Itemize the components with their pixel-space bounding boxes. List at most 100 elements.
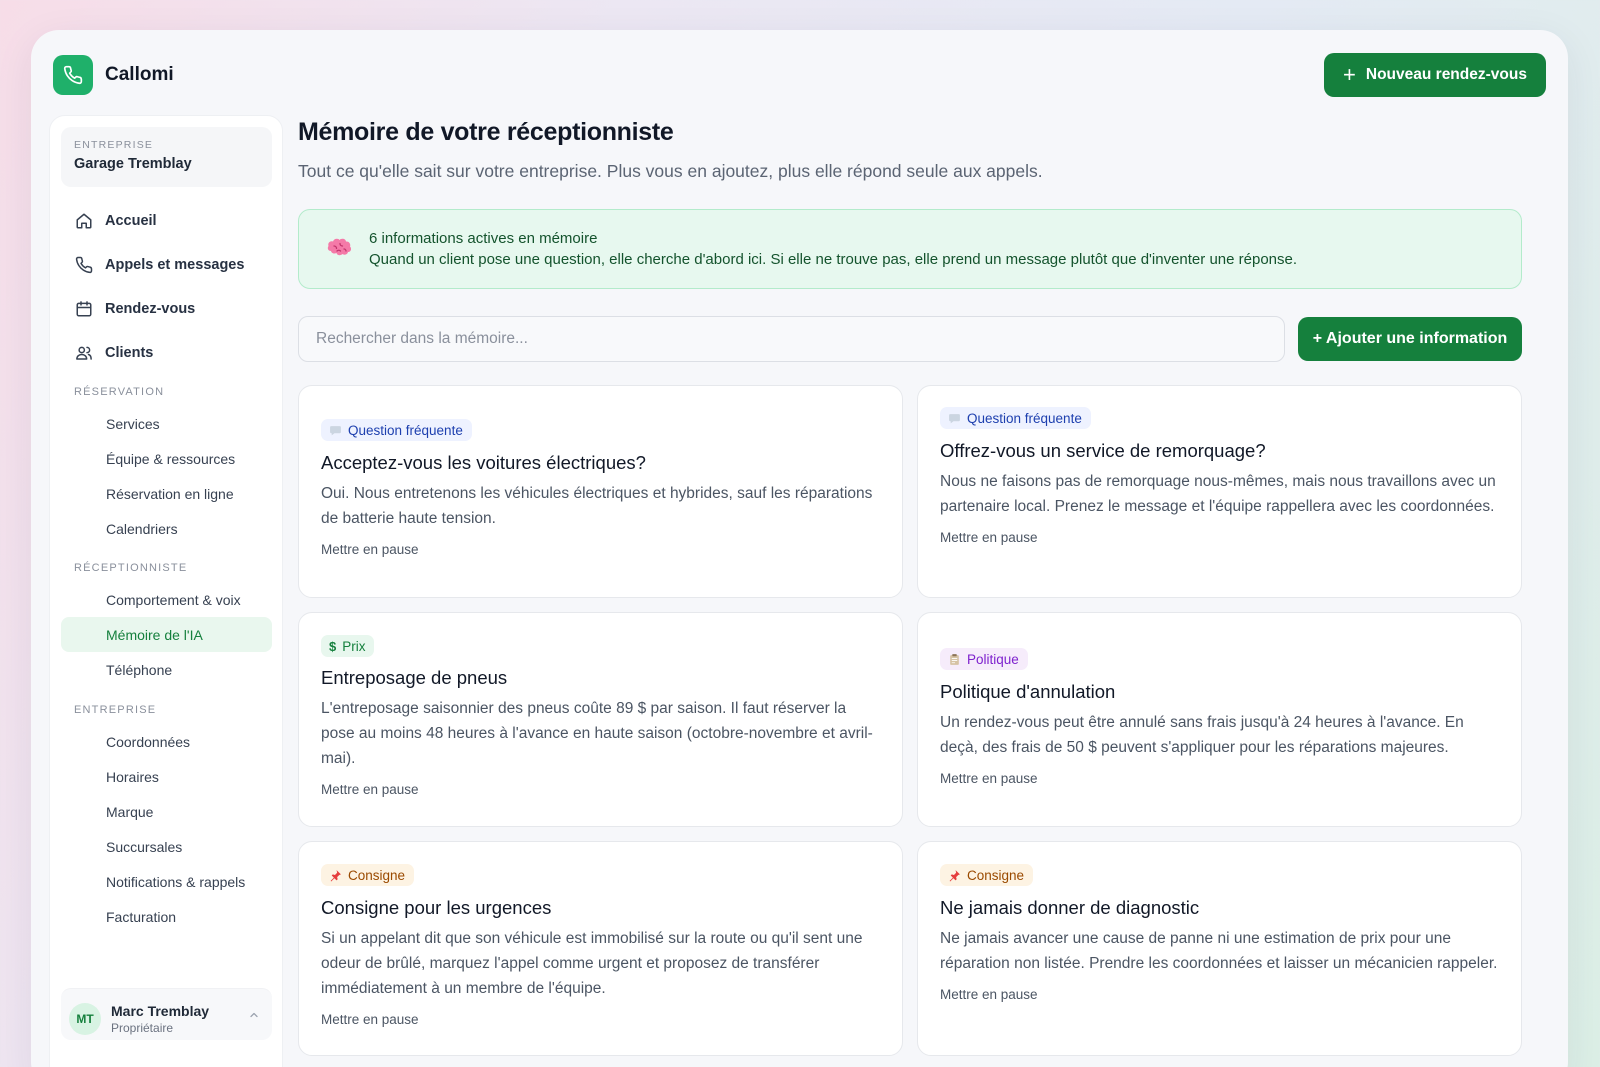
company-label: ENTREPRISE [74, 139, 154, 151]
category-tag-label: Question fréquente [967, 410, 1082, 426]
sidebar-item-marque[interactable]: Marque [61, 794, 272, 829]
card-title: Consigne pour les urgences [321, 896, 552, 918]
card-title: Politique d'annulation [940, 680, 1116, 702]
phone-icon [75, 256, 93, 274]
users-icon [76, 346, 92, 360]
app-window: Callomi + Nouveau rendez-vous ENTREPRISE… [31, 30, 1568, 1067]
category-tag-label: Politique [967, 651, 1019, 667]
pin-icon [330, 869, 341, 881]
section-title-entreprise: ENTREPRISE [74, 704, 157, 716]
category-tag: Consigne [321, 864, 415, 886]
main-content: Mémoire de votre réceptionniste Tout ce … [298, 115, 1522, 1056]
category-tag: Consigne [940, 864, 1034, 886]
new-appointment-label: Nouveau rendez-vous [1365, 66, 1527, 83]
sidebar-item-label: Clients [105, 345, 154, 361]
search-row: + Ajouter une information [298, 316, 1522, 362]
new-appointment-button[interactable]: + Nouveau rendez-vous [1324, 53, 1546, 97]
category-tag: Question fréquente [940, 407, 1091, 429]
card-body: Nous ne faisons pas de remorquage nous-m… [940, 472, 1496, 515]
sidebar-item-label: Rendez-vous [105, 301, 196, 317]
pause-link[interactable]: Mettre en pause [321, 542, 880, 557]
sidebar-item-services[interactable]: Services [61, 406, 272, 441]
sidebar-item-reservation-en-ligne[interactable]: Réservation en ligne [61, 476, 272, 511]
memory-info-banner: 6 informations actives en mémoire Quand … [298, 209, 1522, 289]
pause-link[interactable]: Mettre en pause [940, 530, 1499, 545]
pause-link[interactable]: Mettre en pause [321, 1012, 880, 1027]
sidebar-item-facturation[interactable]: Facturation [61, 899, 272, 934]
home-icon [76, 213, 92, 229]
sidebar-item-memoire[interactable]: Mémoire de l'IA [61, 617, 272, 652]
memory-card: Consigne Consigne pour les urgences Si u… [298, 841, 903, 1056]
sidebar-item-label: Accueil [105, 213, 157, 229]
card-body: Ne jamais avancer une cause de panne ni … [940, 929, 1498, 972]
card-body: L'entreposage saisonnier des pneus coûte… [321, 700, 873, 767]
sidebar-item-accueil[interactable]: Accueil [61, 199, 272, 243]
section-title-receptionniste: RÉCEPTIONNISTE [74, 562, 188, 574]
phone-icon [53, 55, 93, 95]
company-name: Garage Tremblay [74, 156, 192, 172]
card-title: Offrez-vous un service de remorquage? [940, 439, 1266, 461]
sidebar-item-horaires[interactable]: Horaires [61, 759, 272, 794]
brain-icon [327, 238, 352, 256]
sidebar-item-comportement[interactable]: Comportement & voix [61, 582, 272, 617]
sidebar-item-coordonnees[interactable]: Coordonnées [61, 724, 272, 759]
entreprise-list: Coordonnées Horaires Marque Succursales … [61, 724, 272, 934]
sidebar: ENTREPRISE Garage Tremblay Accueil Appel… [49, 115, 283, 1067]
speech-bubble-icon [330, 425, 341, 435]
category-tag: Politique [940, 648, 1028, 670]
receptionniste-list: Comportement & voix Mémoire de l'IA Télé… [61, 582, 272, 687]
user-name: Marc Tremblay [111, 1002, 210, 1019]
card-body: Oui. Nous entretenons les véhicules élec… [321, 484, 873, 527]
sidebar-item-notifications[interactable]: Notifications & rappels [61, 864, 272, 899]
page-subtitle: Tout ce qu'elle sait sur votre entrepris… [298, 161, 1043, 181]
memory-card: Politique Politique d'annulation Un rend… [917, 612, 1522, 827]
page-title: Mémoire de votre réceptionniste [298, 118, 674, 146]
company-switcher[interactable]: ENTREPRISE Garage Tremblay [61, 127, 272, 187]
memory-card: Question fréquente Acceptez-vous les voi… [298, 385, 903, 598]
card-body: Si un appelant dit que son véhicule est … [321, 929, 863, 997]
sidebar-item-succursales[interactable]: Succursales [61, 829, 272, 864]
add-information-button[interactable]: + Ajouter une information [1298, 317, 1522, 361]
banner-text: Quand un client pose une question, elle … [369, 251, 1298, 268]
sidebar-item-equipe[interactable]: Équipe & ressources [61, 441, 272, 476]
section-title-reservation: RÉSERVATION [74, 386, 165, 398]
user-role: Propriétaire [111, 1020, 174, 1035]
reservation-list: Services Équipe & ressources Réservation… [61, 406, 272, 546]
category-tag-label: Question fréquente [348, 422, 463, 438]
memory-card: Consigne Ne jamais donner de diagnostic … [917, 841, 1522, 1056]
card-body: Un rendez-vous peut être annulé sans fra… [940, 713, 1464, 756]
category-tag-label: Prix [342, 638, 366, 654]
chevron-up-icon [250, 1012, 258, 1018]
category-tag-label: Consigne [967, 867, 1025, 883]
memory-cards-grid: Question fréquente Acceptez-vous les voi… [298, 385, 1522, 1056]
card-title: Acceptez-vous les voitures électriques? [321, 451, 646, 473]
sidebar-item-appels[interactable]: Appels et messages [61, 243, 272, 287]
memory-search-input[interactable] [298, 316, 1285, 362]
card-title: Ne jamais donner de diagnostic [940, 896, 1200, 918]
pause-link[interactable]: Mettre en pause [940, 987, 1499, 1002]
main-nav: Accueil Appels et messages Rendez-vous C… [61, 199, 272, 375]
category-tag: $ Prix [321, 635, 375, 657]
banner-title: 6 informations actives en mémoire [369, 230, 598, 247]
brand[interactable]: Callomi [53, 55, 174, 95]
speech-bubble-icon [949, 413, 960, 423]
clipboard-icon [950, 653, 959, 665]
sidebar-item-calendriers[interactable]: Calendriers [61, 511, 272, 546]
sidebar-item-rendez-vous[interactable]: Rendez-vous [61, 287, 272, 331]
avatar: MT [69, 1002, 101, 1035]
user-menu[interactable]: MT Marc Tremblay Propriétaire [61, 988, 272, 1040]
pause-link[interactable]: Mettre en pause [321, 782, 880, 797]
pin-icon [949, 869, 960, 881]
memory-card: Question fréquente Offrez-vous un servic… [917, 385, 1522, 598]
sidebar-item-label: Appels et messages [105, 257, 245, 273]
calendar-icon [76, 301, 92, 317]
brand-name: Callomi [105, 64, 174, 85]
sidebar-item-telephone[interactable]: Téléphone [61, 652, 272, 687]
category-tag: Question fréquente [321, 419, 472, 441]
plus-icon: + [1343, 62, 1356, 87]
memory-card: $ Prix Entreposage de pneus L'entreposag… [298, 612, 903, 827]
card-title: Entreposage de pneus [321, 667, 508, 688]
pause-link[interactable]: Mettre en pause [940, 771, 1499, 786]
sidebar-item-clients[interactable]: Clients [61, 331, 272, 375]
dollar-icon: $ [329, 638, 337, 654]
